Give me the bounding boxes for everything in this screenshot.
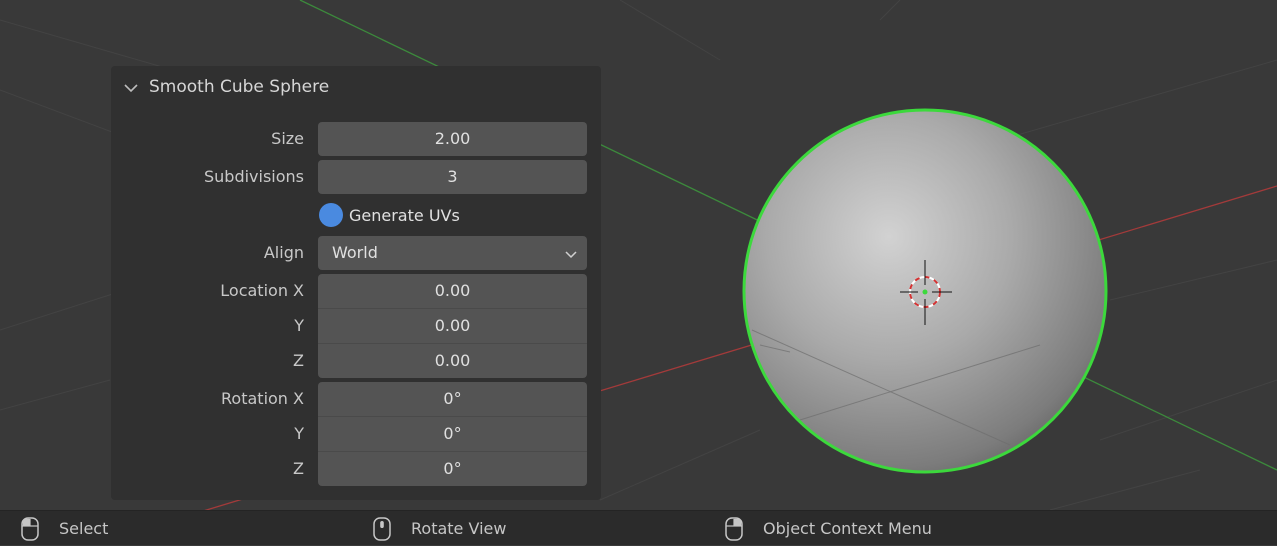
location-y-label: Y (294, 316, 304, 335)
operator-panel-title: Smooth Cube Sphere (149, 77, 330, 97)
align-value: World (332, 243, 378, 262)
rotation-y-label: Y (294, 424, 304, 443)
subdivisions-label: Subdivisions (203, 167, 304, 186)
size-label: Size (271, 129, 304, 148)
rotation-field-group: 0° 0° 0° (318, 382, 587, 486)
location-y-field[interactable]: 0.00 (318, 309, 587, 343)
rotation-y-field[interactable]: 0° (318, 417, 587, 451)
3d-viewport[interactable]: Smooth Cube Sphere Size 2.00 Subdivision… (0, 0, 1277, 510)
chevron-down-icon (124, 84, 138, 93)
status-hint-label: Object Context Menu (763, 519, 932, 538)
location-z-field[interactable]: 0.00 (318, 344, 587, 378)
size-field[interactable]: 2.00 (318, 122, 587, 156)
align-label: Align (263, 243, 304, 262)
status-hint-object-context-menu: Object Context Menu (724, 511, 932, 546)
checkbox-checked-icon (319, 203, 343, 227)
chevron-down-icon (565, 251, 577, 259)
generate-uvs-checkbox[interactable]: Generate UVs (318, 203, 460, 227)
status-hint-label: Select (59, 519, 109, 538)
align-dropdown[interactable]: World (318, 236, 587, 270)
rotation-z-field[interactable]: 0° (318, 452, 587, 486)
location-z-label: Z (293, 351, 304, 370)
subdivisions-field[interactable]: 3 (318, 160, 587, 194)
status-hint-rotate-view: Rotate View (372, 511, 506, 546)
status-hint-label: Rotate View (411, 519, 507, 538)
operator-panel: Smooth Cube Sphere Size 2.00 Subdivision… (111, 66, 601, 500)
location-x-label: Location X (220, 281, 304, 300)
location-x-field[interactable]: 0.00 (318, 274, 587, 308)
mouse-right-icon (725, 516, 743, 541)
rotation-z-label: Z (293, 459, 304, 478)
rotation-x-label: Rotation X (221, 389, 304, 408)
operator-panel-header[interactable]: Smooth Cube Sphere (111, 66, 601, 110)
location-field-group: 0.00 0.00 0.00 (318, 274, 587, 378)
status-bar: Select Rotate View Object Context Menu (0, 510, 1277, 545)
status-hint-select: Select (20, 511, 108, 546)
mouse-middle-icon (373, 516, 391, 541)
generate-uvs-label: Generate UVs (349, 205, 460, 225)
rotation-x-field[interactable]: 0° (318, 382, 587, 416)
mouse-left-icon (21, 516, 39, 541)
